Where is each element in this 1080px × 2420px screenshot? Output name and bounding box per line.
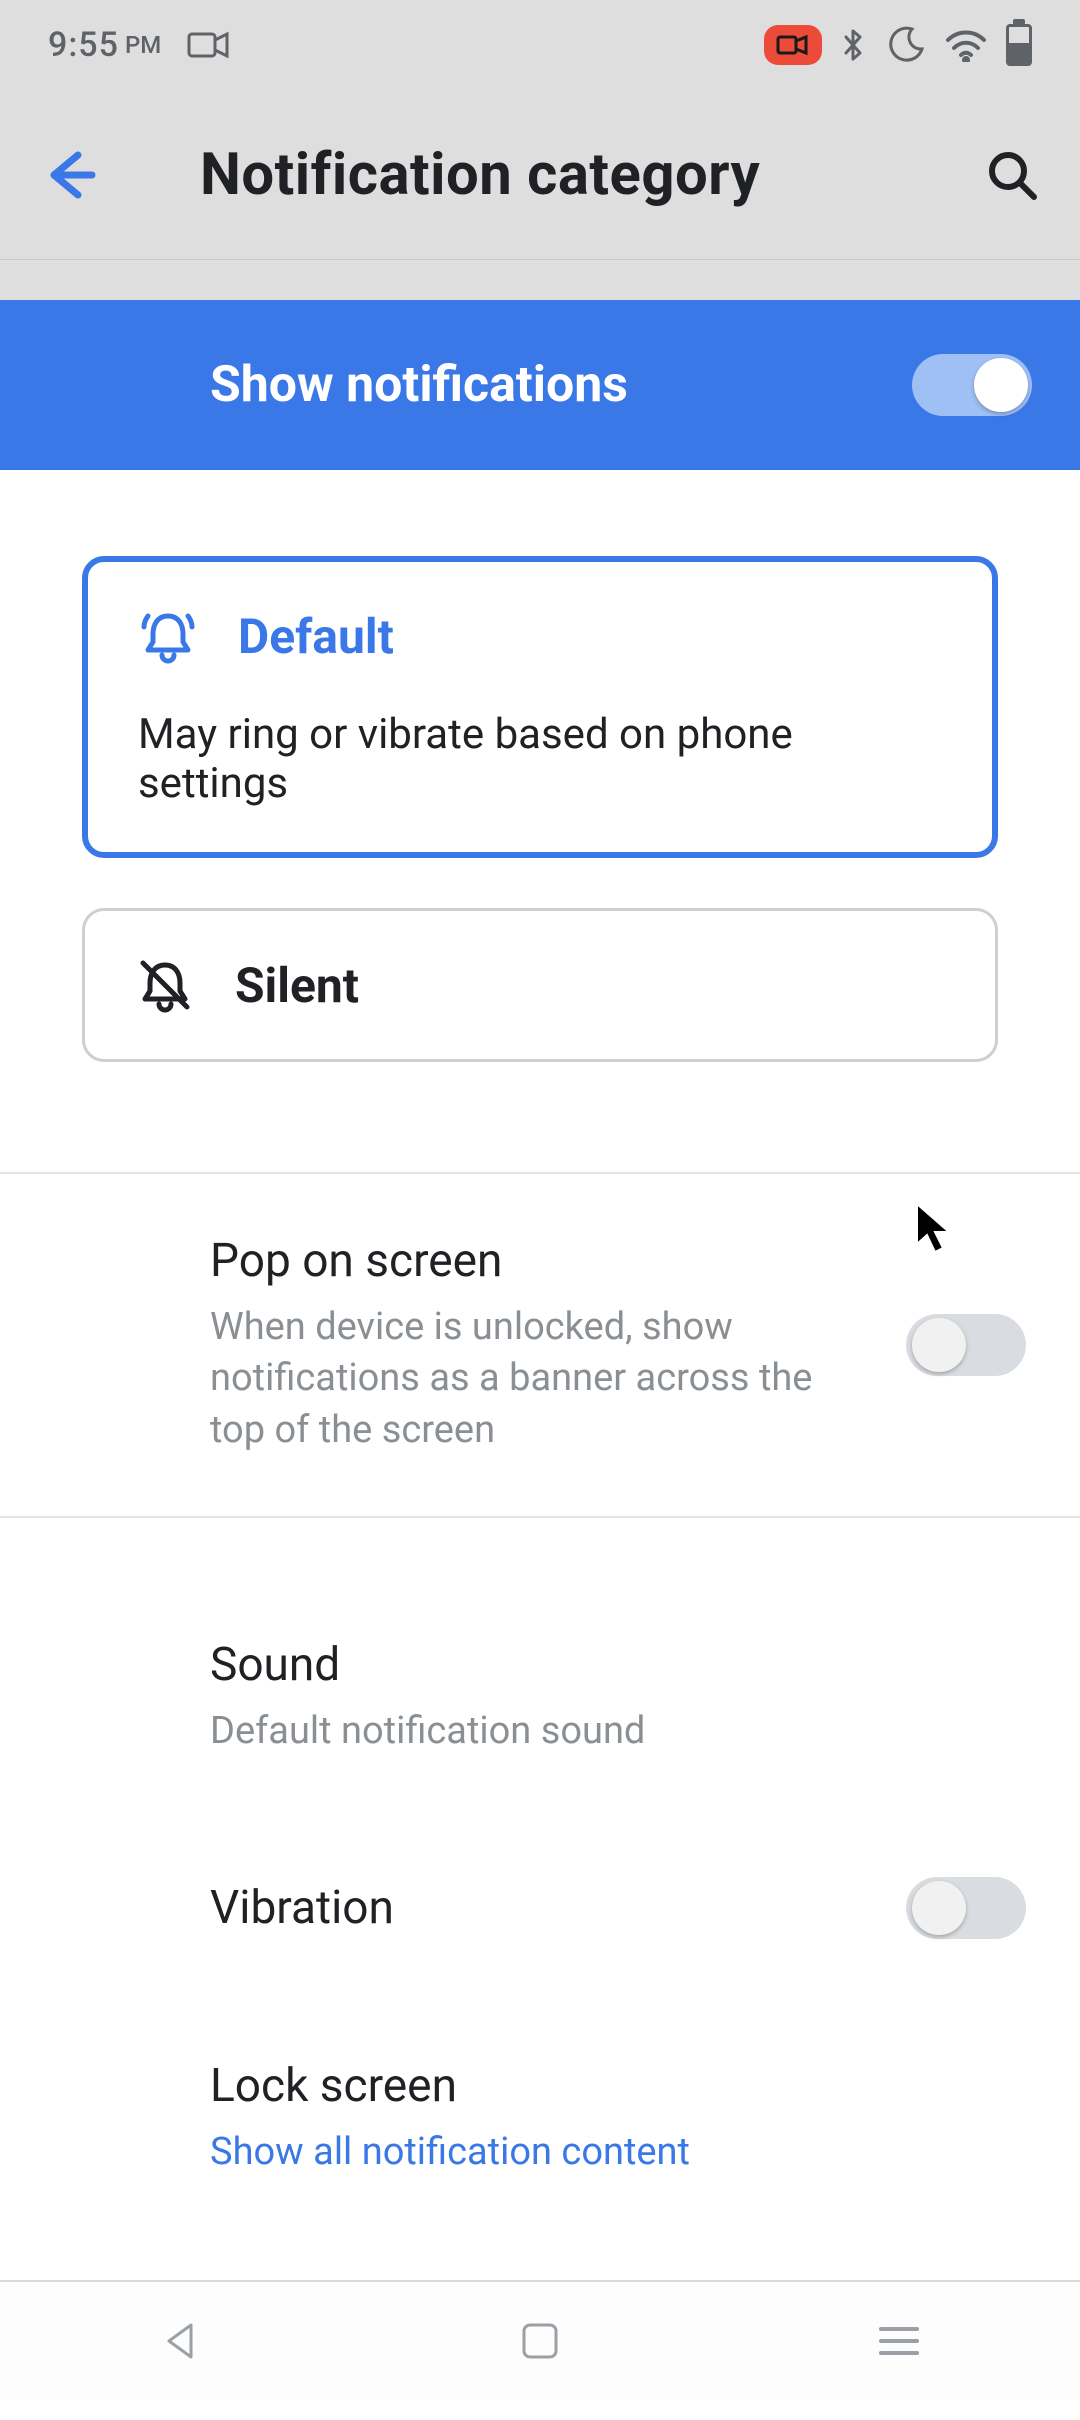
back-button[interactable] — [40, 145, 100, 205]
app-bar: Notification category — [0, 90, 1080, 260]
sound-title: Sound — [210, 1638, 996, 1692]
nav-home-button[interactable] — [518, 2319, 562, 2363]
recording-indicator-icon — [764, 25, 822, 65]
wifi-icon — [944, 28, 988, 62]
mode-default-desc: May ring or vibrate based on phone setti… — [138, 710, 942, 808]
alert-mode-section: Default May ring or vibrate based on pho… — [0, 470, 1080, 1172]
row-sound[interactable]: Sound Default notification sound — [0, 1518, 1080, 1817]
show-notifications-toggle[interactable] — [912, 354, 1032, 416]
spacer — [0, 260, 1080, 300]
show-notifications-label: Show notifications — [210, 356, 628, 414]
system-nav-bar — [0, 2280, 1080, 2400]
lockscreen-title: Lock screen — [210, 2059, 996, 2113]
nav-back-button[interactable] — [157, 2317, 205, 2365]
mode-default-title: Default — [238, 608, 394, 665]
vibration-toggle[interactable] — [906, 1877, 1026, 1939]
screen-record-icon — [187, 30, 231, 60]
bluetooth-icon — [840, 25, 868, 65]
row-pop-on-screen[interactable]: Pop on screen When device is unlocked, s… — [0, 1172, 1080, 1518]
status-ampm: PM — [125, 31, 161, 59]
nav-recents-button[interactable] — [875, 2321, 923, 2361]
status-time: 9:55 — [48, 25, 119, 65]
mode-silent-title: Silent — [235, 957, 359, 1014]
row-lock-screen[interactable]: Lock screen Show all notification conten… — [0, 1999, 1080, 2238]
mode-card-silent[interactable]: Silent — [82, 908, 998, 1062]
pop-sub: When device is unlocked, show notificati… — [210, 1302, 876, 1456]
dnd-moon-icon — [886, 25, 926, 65]
mode-card-default[interactable]: Default May ring or vibrate based on pho… — [82, 556, 998, 858]
show-notifications-row[interactable]: Show notifications — [0, 300, 1080, 470]
vibration-title: Vibration — [210, 1881, 876, 1935]
lockscreen-sub: Show all notification content — [210, 2127, 996, 2178]
search-button[interactable] — [984, 147, 1040, 203]
pop-toggle[interactable] — [906, 1314, 1026, 1376]
bell-off-icon — [135, 955, 195, 1015]
pop-title: Pop on screen — [210, 1234, 876, 1288]
sound-sub: Default notification sound — [210, 1706, 996, 1757]
page-title: Notification category — [200, 141, 760, 209]
status-bar: 9:55 PM — [0, 0, 1080, 90]
row-vibration[interactable]: Vibration — [0, 1817, 1080, 1999]
battery-icon — [1006, 24, 1032, 66]
bell-ring-icon — [138, 606, 198, 666]
